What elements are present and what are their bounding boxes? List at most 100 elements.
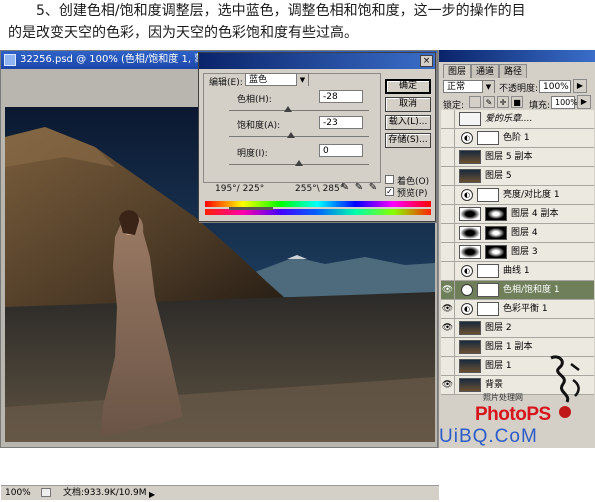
layer-thumbnail[interactable]: [459, 226, 481, 240]
dialog-close-button[interactable]: ×: [420, 55, 433, 67]
visibility-eye-icon[interactable]: [441, 243, 455, 261]
visibility-eye-icon[interactable]: [441, 129, 455, 147]
dialog-titlebar[interactable]: [199, 53, 435, 69]
edit-channel-value: 蓝色: [249, 75, 268, 85]
layer-mask-thumbnail[interactable]: [485, 245, 507, 259]
layer-name: 图层 2: [485, 323, 512, 333]
saturation-slider-track[interactable]: [229, 136, 369, 137]
saturation-slider-thumb[interactable]: [286, 132, 295, 138]
layer-thumbnail[interactable]: [459, 169, 481, 183]
lightness-input[interactable]: 0: [319, 144, 363, 157]
preview-checkbox[interactable]: ✓: [385, 187, 394, 196]
visibility-eye-icon[interactable]: [441, 224, 455, 242]
tab-channels[interactable]: 通道: [471, 64, 499, 78]
layer-name: 亮度/对比度 1: [503, 190, 560, 200]
layer-name: 图层 4 副本: [511, 209, 559, 219]
watermark-url: UiBQ.CoM: [439, 426, 538, 447]
layer-thumbnail[interactable]: [459, 321, 481, 335]
load-button[interactable]: 载入(L)...: [385, 115, 431, 130]
visibility-eye-icon[interactable]: [441, 186, 455, 204]
layer-mask-thumbnail[interactable]: [477, 264, 499, 278]
layer-row[interactable]: ◐ 曲线 1: [441, 262, 594, 281]
lock-transparency-icon[interactable]: [469, 96, 481, 108]
panel-titlebar[interactable]: [439, 50, 595, 62]
layer-row[interactable]: 👁 ◐ 色彩平衡 1: [441, 300, 594, 319]
adjustment-layer-icon: ◐: [461, 284, 473, 296]
layer-row[interactable]: 👁 ◐ 色相/饱和度 1: [441, 281, 594, 300]
eyedropper-minus-icon[interactable]: ✎: [367, 182, 379, 194]
edit-channel-select[interactable]: 蓝色 ▼: [245, 73, 309, 86]
layer-mask-thumbnail[interactable]: [485, 207, 507, 221]
lock-all-icon[interactable]: ■: [511, 96, 523, 108]
chevron-down-icon: ▼: [482, 81, 494, 93]
visibility-eye-icon[interactable]: [441, 110, 455, 128]
layer-thumbnail[interactable]: [459, 245, 481, 259]
eyedropper-icon[interactable]: ✎: [339, 182, 351, 194]
hue-slider-thumb[interactable]: [283, 106, 292, 112]
layer-row[interactable]: ◐ 色阶 1: [441, 129, 594, 148]
hue-saturation-dialog: × 编辑(E): 蓝色 ▼ 色相(H): -28 饱和度(A): -23 明度(…: [198, 52, 436, 222]
hue-input[interactable]: -28: [319, 90, 363, 103]
preview-label: 预览(P): [397, 189, 428, 199]
eyedropper-plus-icon[interactable]: ✎: [353, 182, 365, 194]
layer-name: 色彩平衡 1: [503, 304, 548, 314]
layer-mask-thumbnail[interactable]: [477, 283, 499, 297]
tab-layers[interactable]: 图层: [443, 64, 471, 78]
visibility-eye-icon[interactable]: [441, 148, 455, 166]
layer-row[interactable]: 图层 3: [441, 243, 594, 262]
layer-name: 图层 5: [485, 171, 512, 181]
fill-arrow-icon[interactable]: ▶: [577, 95, 591, 109]
opacity-arrow-icon[interactable]: ▶: [573, 79, 587, 93]
colorize-checkbox[interactable]: [385, 175, 394, 184]
layer-row[interactable]: 图层 5: [441, 167, 594, 186]
saturation-input[interactable]: -23: [319, 116, 363, 129]
caption-line-2: 的是改变天空的色彩，因为天空的色彩饱和度有些过高。: [8, 25, 358, 41]
layer-mask-thumbnail[interactable]: [477, 188, 499, 202]
save-button[interactable]: 存储(S)...: [385, 133, 431, 148]
lightness-slider-thumb[interactable]: [295, 160, 303, 166]
cancel-button[interactable]: 取消: [385, 97, 431, 112]
layer-thumbnail[interactable]: [459, 207, 481, 221]
lock-position-icon[interactable]: ✛: [497, 96, 509, 108]
hue-label: 色相(H):: [237, 95, 272, 105]
layers-panel: 图层 通道 路径 正常 ▼ 不透明度: 100% ▶ 锁定: ✎ ✛ ■ 填充:…: [438, 50, 595, 448]
visibility-eye-icon[interactable]: 👁: [441, 319, 455, 337]
status-icon: [41, 488, 51, 497]
visibility-eye-icon[interactable]: [441, 167, 455, 185]
visibility-eye-icon[interactable]: 👁: [441, 281, 455, 299]
layer-row[interactable]: 图层 5 副本: [441, 148, 594, 167]
status-bar: 100% 文档:933.9K/10.9M ▶: [1, 485, 439, 500]
layer-name: 图层 3: [511, 247, 538, 257]
layer-row[interactable]: 图层 4 副本: [441, 205, 594, 224]
opacity-label: 不透明度:: [499, 84, 539, 94]
layer-row[interactable]: 👁 图层 2: [441, 319, 594, 338]
watermark-logo: PhotoPS: [475, 404, 551, 425]
status-menu-arrow-icon[interactable]: ▶: [149, 488, 155, 502]
layer-thumbnail[interactable]: [459, 150, 481, 164]
adjustment-layer-icon: ◐: [461, 189, 473, 201]
visibility-eye-icon[interactable]: [441, 262, 455, 280]
caption-line-1: 5、创建色相/饱和度调整层，选中蓝色，调整色相和饱和度，这一步的操作的目: [36, 3, 526, 19]
layer-thumbnail[interactable]: [459, 112, 481, 126]
fill-input[interactable]: 100%: [551, 96, 578, 109]
layer-row[interactable]: 爱的乐章....: [441, 110, 594, 129]
tab-paths[interactable]: 路径: [499, 64, 527, 78]
range-slider-bar[interactable]: [229, 207, 273, 210]
adjustment-layer-icon: ◐: [461, 132, 473, 144]
saturation-label: 饱和度(A):: [237, 121, 281, 131]
lock-image-icon[interactable]: ✎: [483, 96, 495, 108]
blend-mode-select[interactable]: 正常 ▼: [443, 80, 495, 93]
opacity-input[interactable]: 100%: [539, 80, 571, 93]
visibility-eye-icon[interactable]: [441, 205, 455, 223]
adjustment-layer-icon: ◐: [461, 303, 473, 315]
layer-row[interactable]: 图层 4: [441, 224, 594, 243]
edit-label: 编辑(E):: [209, 78, 243, 88]
layer-mask-thumbnail[interactable]: [477, 302, 499, 316]
visibility-eye-icon[interactable]: 👁: [441, 300, 455, 318]
layer-mask-thumbnail[interactable]: [485, 226, 507, 240]
layer-row[interactable]: ◐ 亮度/对比度 1: [441, 186, 594, 205]
zoom-readout[interactable]: 100%: [5, 486, 31, 500]
layer-mask-thumbnail[interactable]: [477, 131, 499, 145]
hue-slider-track[interactable]: [229, 110, 369, 111]
ok-button[interactable]: 确定: [385, 79, 431, 94]
